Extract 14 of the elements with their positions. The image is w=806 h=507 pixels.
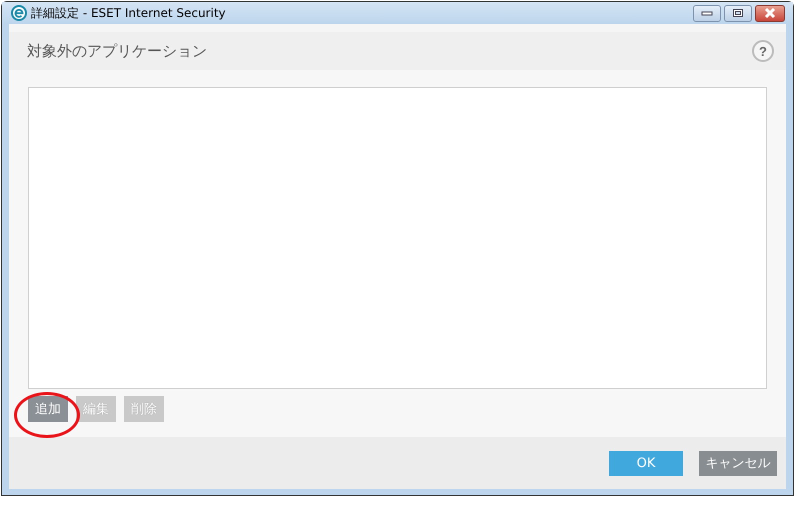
list-button[interactable]: 追加 [28,396,68,422]
maximize-button[interactable] [724,4,752,22]
minimize-button[interactable] [693,4,721,22]
window-title: 詳細設定 - ESET Internet Security [31,4,226,22]
help-button[interactable]: ? [752,40,774,62]
maximize-icon [732,8,744,18]
section-title: 対象外のアプリケーション [27,42,207,60]
close-button[interactable] [755,4,785,22]
ok-button[interactable]: OK [609,450,683,476]
minimize-icon [701,10,713,16]
close-icon [763,8,777,18]
highlight-ellipse [14,392,80,438]
logo-icon [11,5,27,21]
cancel-button[interactable]: キャンセル [699,450,777,476]
